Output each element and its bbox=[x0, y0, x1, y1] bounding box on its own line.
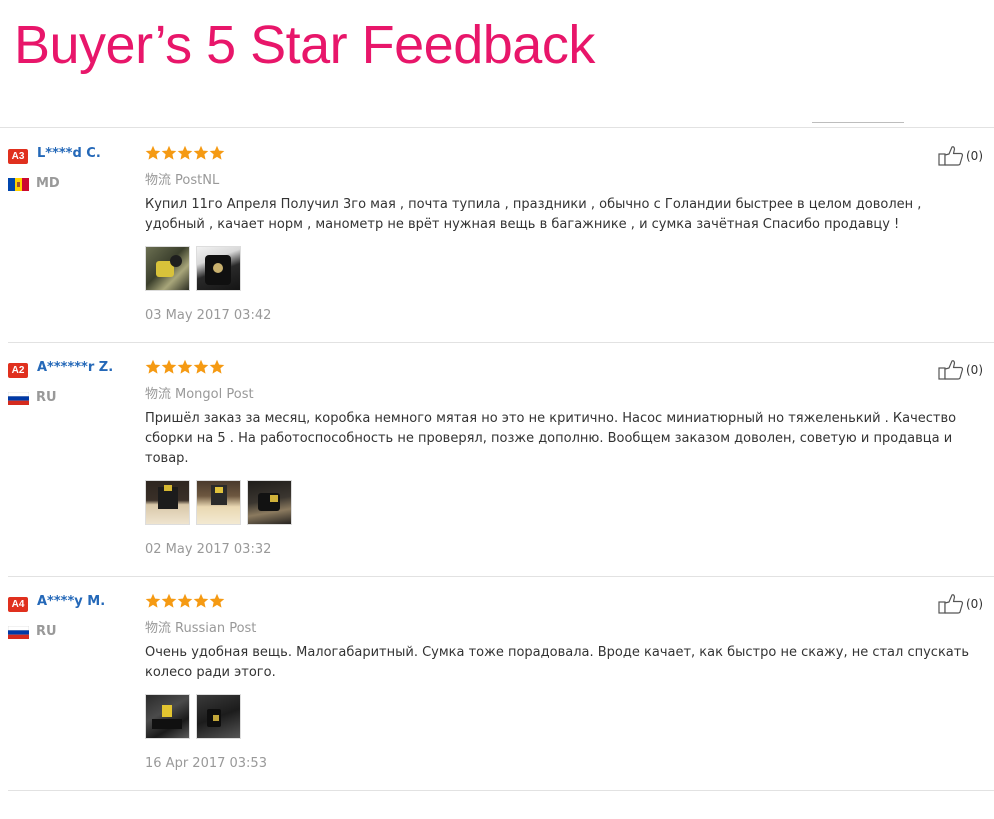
star-rating bbox=[145, 145, 225, 161]
star-icon bbox=[177, 359, 193, 374]
star-icon bbox=[209, 145, 225, 160]
shipping-label: 物流 bbox=[145, 621, 172, 636]
star-icon bbox=[209, 593, 225, 608]
reviewer-name[interactable]: A******r Z. bbox=[37, 360, 113, 375]
reviewer-name[interactable]: L****d C. bbox=[37, 146, 101, 161]
russia-flag-icon bbox=[8, 626, 29, 639]
star-icon bbox=[193, 359, 209, 374]
banner-title: Buyer’s 5 Star Feedback bbox=[14, 15, 595, 75]
review-photo[interactable] bbox=[196, 246, 241, 291]
review-date: 03 May 2017 03:42 bbox=[145, 308, 272, 323]
tab-indicator bbox=[812, 122, 904, 123]
star-icon bbox=[209, 359, 225, 374]
shipping-carrier: Mongol Post bbox=[175, 387, 254, 402]
thumbs-up-icon bbox=[938, 146, 964, 166]
buyer-level-badge: A2 bbox=[8, 363, 28, 378]
review-item: A3 L****d C. MD 物流 PostNL Купил 11го Апре… bbox=[0, 129, 994, 343]
reviewer-name[interactable]: A****y M. bbox=[37, 594, 105, 609]
helpful-count: (0) bbox=[966, 597, 983, 611]
star-icon bbox=[161, 359, 177, 374]
star-icon bbox=[145, 593, 161, 608]
review-photos bbox=[145, 694, 241, 739]
thumbs-up-icon bbox=[938, 360, 964, 380]
thumbs-up-icon bbox=[938, 594, 964, 614]
star-rating bbox=[145, 593, 225, 609]
shipping-label: 物流 bbox=[145, 387, 172, 402]
review-item: A2 A******r Z. RU 物流 Mongol Post Пришёл з… bbox=[0, 343, 994, 577]
star-icon bbox=[161, 145, 177, 160]
star-icon bbox=[161, 593, 177, 608]
helpful-button[interactable]: (0) bbox=[938, 359, 983, 381]
review-photo[interactable] bbox=[196, 694, 241, 739]
star-rating bbox=[145, 359, 225, 375]
helpful-button[interactable]: (0) bbox=[938, 593, 983, 615]
shipping-label: 物流 bbox=[145, 173, 172, 188]
shipping-info: 物流 Russian Post bbox=[145, 617, 256, 636]
divider bbox=[0, 127, 994, 128]
shipping-carrier: Russian Post bbox=[175, 621, 257, 636]
helpful-count: (0) bbox=[966, 149, 983, 163]
helpful-button[interactable]: (0) bbox=[938, 145, 983, 167]
review-text: Очень удобная вещь. Малогабаритный. Сумк… bbox=[145, 645, 970, 680]
review-text: Пришёл заказ за месяц, коробка немного м… bbox=[145, 411, 957, 466]
star-icon bbox=[145, 145, 161, 160]
star-icon bbox=[145, 359, 161, 374]
reviewer-country: MD bbox=[36, 176, 60, 191]
shipping-info: 物流 PostNL bbox=[145, 169, 219, 188]
shipping-info: 物流 Mongol Post bbox=[145, 383, 254, 402]
review-photo[interactable] bbox=[145, 480, 190, 525]
star-icon bbox=[177, 593, 193, 608]
russia-flag-icon bbox=[8, 392, 29, 405]
moldova-flag-icon bbox=[8, 178, 29, 191]
review-photo[interactable] bbox=[145, 694, 190, 739]
review-photos bbox=[145, 480, 292, 525]
review-photo[interactable] bbox=[196, 480, 241, 525]
star-icon bbox=[193, 593, 209, 608]
buyer-level-badge: A3 bbox=[8, 149, 28, 164]
star-icon bbox=[177, 145, 193, 160]
review-photo[interactable] bbox=[145, 246, 190, 291]
star-icon bbox=[193, 145, 209, 160]
divider bbox=[8, 790, 994, 791]
review-date: 16 Apr 2017 03:53 bbox=[145, 756, 267, 771]
review-photo[interactable] bbox=[247, 480, 292, 525]
review-photos bbox=[145, 246, 241, 291]
review-item: A4 A****y M. RU 物流 Russian Post Очень удо… bbox=[0, 577, 994, 791]
helpful-count: (0) bbox=[966, 363, 983, 377]
review-text: Купил 11го Апреля Получил 3го мая , почт… bbox=[145, 197, 922, 232]
reviewer-country: RU bbox=[36, 624, 57, 639]
review-date: 02 May 2017 03:32 bbox=[145, 542, 272, 557]
reviewer-country: RU bbox=[36, 390, 57, 405]
shipping-carrier: PostNL bbox=[175, 173, 220, 188]
buyer-level-badge: A4 bbox=[8, 597, 28, 612]
